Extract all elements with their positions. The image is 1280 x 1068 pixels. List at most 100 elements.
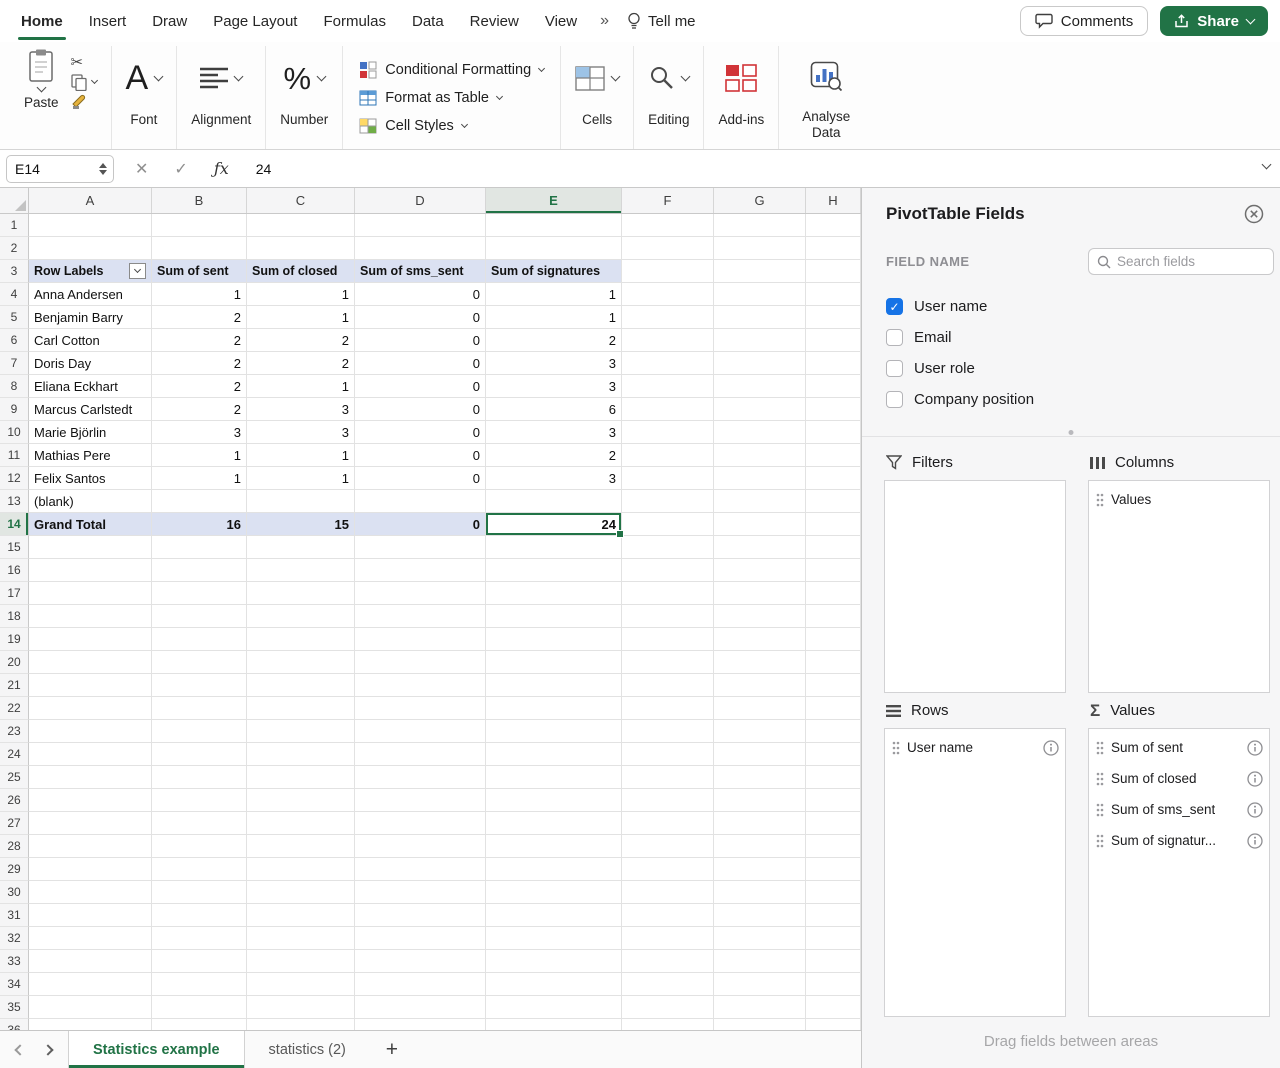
sheet-tab-statistics-example[interactable]: Statistics example: [68, 1031, 245, 1068]
cell-D35[interactable]: [355, 996, 486, 1019]
cell-E1[interactable]: [486, 214, 622, 237]
sheet-nav-right-icon[interactable]: [42, 1044, 53, 1055]
column-header-E[interactable]: E: [486, 188, 622, 213]
cell-A34[interactable]: [29, 973, 152, 996]
cell-C17[interactable]: [247, 582, 355, 605]
tab-home[interactable]: Home: [8, 0, 76, 42]
row-header-3[interactable]: 3: [0, 260, 29, 283]
cell-H36[interactable]: [806, 1019, 861, 1030]
cell-G2[interactable]: [714, 237, 806, 260]
cell-B29[interactable]: [152, 858, 247, 881]
cell-D4[interactable]: 0: [355, 283, 486, 306]
info-icon[interactable]: [1247, 802, 1263, 818]
cell-A24[interactable]: [29, 743, 152, 766]
cell-D3[interactable]: Sum of sms_sent: [355, 260, 486, 283]
cell-C24[interactable]: [247, 743, 355, 766]
cell-H28[interactable]: [806, 835, 861, 858]
cell-G36[interactable]: [714, 1019, 806, 1030]
cell-C29[interactable]: [247, 858, 355, 881]
row-header-26[interactable]: 26: [0, 789, 29, 812]
copy-button[interactable]: [71, 72, 97, 92]
cell-H20[interactable]: [806, 651, 861, 674]
cell-B27[interactable]: [152, 812, 247, 835]
cell-C14[interactable]: 15: [247, 513, 355, 536]
cell-F2[interactable]: [622, 237, 714, 260]
cell-D15[interactable]: [355, 536, 486, 559]
format-as-table-button[interactable]: Format as Table: [359, 89, 544, 107]
row-header-16[interactable]: 16: [0, 559, 29, 582]
cell-B34[interactable]: [152, 973, 247, 996]
cell-G34[interactable]: [714, 973, 806, 996]
cell-E15[interactable]: [486, 536, 622, 559]
cell-F14[interactable]: [622, 513, 714, 536]
cell-A6[interactable]: Carl Cotton: [29, 329, 152, 352]
checkbox-icon[interactable]: [886, 360, 903, 377]
cell-G5[interactable]: [714, 306, 806, 329]
cell-D1[interactable]: [355, 214, 486, 237]
cell-G16[interactable]: [714, 559, 806, 582]
cell-H11[interactable]: [806, 444, 861, 467]
cell-E26[interactable]: [486, 789, 622, 812]
cell-C31[interactable]: [247, 904, 355, 927]
cell-F27[interactable]: [622, 812, 714, 835]
cell-A9[interactable]: Marcus Carlstedt: [29, 398, 152, 421]
row-labels-filter-button[interactable]: [129, 263, 146, 279]
cell-C20[interactable]: [247, 651, 355, 674]
cell-E33[interactable]: [486, 950, 622, 973]
editing-group[interactable]: Editing: [634, 46, 704, 149]
row-header-10[interactable]: 10: [0, 421, 29, 444]
field-company-position[interactable]: Company position: [886, 384, 1280, 415]
cell-G3[interactable]: [714, 260, 806, 283]
cell-A25[interactable]: [29, 766, 152, 789]
cell-A31[interactable]: [29, 904, 152, 927]
cell-A27[interactable]: [29, 812, 152, 835]
cell-C15[interactable]: [247, 536, 355, 559]
cell-C21[interactable]: [247, 674, 355, 697]
row-header-22[interactable]: 22: [0, 697, 29, 720]
tab-review[interactable]: Review: [457, 0, 532, 42]
cell-E30[interactable]: [486, 881, 622, 904]
cell-G12[interactable]: [714, 467, 806, 490]
cell-D19[interactable]: [355, 628, 486, 651]
cell-E32[interactable]: [486, 927, 622, 950]
row-header-21[interactable]: 21: [0, 674, 29, 697]
cell-H5[interactable]: [806, 306, 861, 329]
cell-B22[interactable]: [152, 697, 247, 720]
cell-H6[interactable]: [806, 329, 861, 352]
row-header-33[interactable]: 33: [0, 950, 29, 973]
cell-E31[interactable]: [486, 904, 622, 927]
row-header-30[interactable]: 30: [0, 881, 29, 904]
filters-area[interactable]: [884, 480, 1066, 693]
cell-D22[interactable]: [355, 697, 486, 720]
cell-B6[interactable]: 2: [152, 329, 247, 352]
cell-C36[interactable]: [247, 1019, 355, 1030]
checkbox-checked-icon[interactable]: [886, 298, 903, 315]
cell-C19[interactable]: [247, 628, 355, 651]
cell-D20[interactable]: [355, 651, 486, 674]
column-header-D[interactable]: D: [355, 188, 486, 213]
cell-A4[interactable]: Anna Andersen: [29, 283, 152, 306]
cell-G1[interactable]: [714, 214, 806, 237]
cell-F33[interactable]: [622, 950, 714, 973]
row-header-29[interactable]: 29: [0, 858, 29, 881]
cell-E10[interactable]: 3: [486, 421, 622, 444]
cell-F28[interactable]: [622, 835, 714, 858]
cell-C9[interactable]: 3: [247, 398, 355, 421]
cell-F11[interactable]: [622, 444, 714, 467]
cell-H21[interactable]: [806, 674, 861, 697]
cell-H26[interactable]: [806, 789, 861, 812]
cell-B31[interactable]: [152, 904, 247, 927]
cell-H7[interactable]: [806, 352, 861, 375]
cell-G31[interactable]: [714, 904, 806, 927]
row-header-17[interactable]: 17: [0, 582, 29, 605]
cell-B1[interactable]: [152, 214, 247, 237]
cell-E22[interactable]: [486, 697, 622, 720]
cell-B18[interactable]: [152, 605, 247, 628]
row-header-34[interactable]: 34: [0, 973, 29, 996]
cell-A10[interactable]: Marie Björlin: [29, 421, 152, 444]
tab-page-layout[interactable]: Page Layout: [200, 0, 310, 42]
row-header-24[interactable]: 24: [0, 743, 29, 766]
cell-G14[interactable]: [714, 513, 806, 536]
cell-H25[interactable]: [806, 766, 861, 789]
row-header-9[interactable]: 9: [0, 398, 29, 421]
